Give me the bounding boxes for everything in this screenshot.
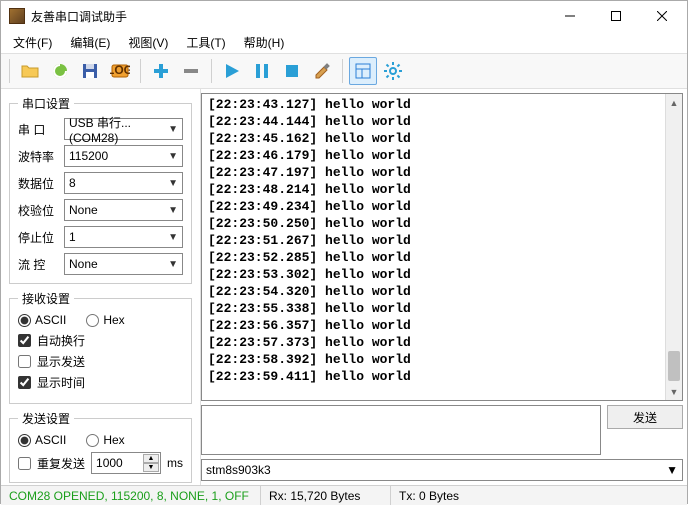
databits-label: 数据位 bbox=[18, 175, 58, 192]
interval-unit: ms bbox=[167, 456, 183, 470]
send-ascii-radio[interactable]: ASCII bbox=[18, 433, 66, 447]
save-button[interactable] bbox=[76, 57, 104, 85]
repeat-interval-input[interactable]: 1000▲▼ bbox=[91, 452, 161, 474]
status-tx: Tx: 0 Bytes bbox=[391, 486, 687, 505]
stopbits-select[interactable]: 1▼ bbox=[64, 226, 183, 248]
chevron-down-icon: ▼ bbox=[168, 259, 178, 270]
menu-tools[interactable]: 工具(T) bbox=[178, 32, 233, 53]
receive-output[interactable]: [22:23:43.127] hello world [22:23:44.144… bbox=[202, 94, 665, 400]
menu-view[interactable]: 视图(V) bbox=[120, 32, 176, 53]
send-settings-legend: 发送设置 bbox=[18, 410, 74, 427]
stopbits-label: 停止位 bbox=[18, 229, 58, 246]
send-hex-radio[interactable]: Hex bbox=[86, 433, 124, 447]
window-title: 友善串口调试助手 bbox=[31, 8, 547, 25]
maximize-button[interactable] bbox=[593, 1, 639, 31]
scroll-thumb[interactable] bbox=[668, 351, 680, 381]
close-button[interactable] bbox=[639, 1, 685, 31]
sidebar: 串口设置 串 口 USB 串行...(COM28)▼ 波特率 115200▼ 数据位… bbox=[1, 89, 201, 485]
output-scrollbar[interactable]: ▲ ▼ bbox=[665, 94, 682, 400]
showsend-checkbox[interactable]: 显示发送 bbox=[18, 353, 183, 370]
recv-settings-legend: 接收设置 bbox=[18, 290, 74, 307]
layout-button[interactable] bbox=[349, 57, 377, 85]
chevron-down-icon: ▼ bbox=[168, 151, 178, 162]
status-connection: COM28 OPENED, 115200, 8, NONE, 1, OFF bbox=[1, 486, 261, 505]
play-button[interactable] bbox=[218, 57, 246, 85]
chevron-down-icon: ▼ bbox=[168, 205, 178, 216]
baud-label: 波特率 bbox=[18, 148, 58, 165]
serial-settings-legend: 串口设置 bbox=[18, 95, 74, 112]
clear-button[interactable] bbox=[308, 57, 336, 85]
minimize-button[interactable] bbox=[547, 1, 593, 31]
spin-up-icon[interactable]: ▲ bbox=[143, 454, 159, 463]
refresh-button[interactable] bbox=[46, 57, 74, 85]
serial-settings-group: 串口设置 串 口 USB 串行...(COM28)▼ 波特率 115200▼ 数据位… bbox=[9, 95, 192, 284]
scroll-down-icon[interactable]: ▼ bbox=[666, 383, 682, 400]
port-select[interactable]: USB 串行...(COM28)▼ bbox=[64, 118, 183, 140]
port-label: 串 口 bbox=[18, 121, 58, 138]
toolbar: LOG bbox=[1, 53, 687, 89]
stop-button[interactable] bbox=[278, 57, 306, 85]
remove-button[interactable] bbox=[177, 57, 205, 85]
menu-edit[interactable]: 编辑(E) bbox=[62, 32, 118, 53]
scroll-up-icon[interactable]: ▲ bbox=[666, 94, 682, 111]
parity-label: 校验位 bbox=[18, 202, 58, 219]
flow-label: 流 控 bbox=[18, 256, 58, 273]
showtime-checkbox[interactable]: 显示时间 bbox=[18, 374, 183, 391]
menu-bar: 文件(F) 编辑(E) 视图(V) 工具(T) 帮助(H) bbox=[1, 31, 687, 53]
target-select[interactable]: stm8s903k3▼ bbox=[201, 459, 683, 481]
add-button[interactable] bbox=[147, 57, 175, 85]
databits-select[interactable]: 8▼ bbox=[64, 172, 183, 194]
flow-select[interactable]: None▼ bbox=[64, 253, 183, 275]
status-bar: COM28 OPENED, 115200, 8, NONE, 1, OFF Rx… bbox=[1, 485, 687, 505]
status-rx: Rx: 15,720 Bytes bbox=[261, 486, 391, 505]
send-input[interactable] bbox=[201, 405, 601, 455]
main-area: [22:23:43.127] hello world [22:23:44.144… bbox=[201, 89, 687, 485]
pause-button[interactable] bbox=[248, 57, 276, 85]
title-bar: 友善串口调试助手 bbox=[1, 1, 687, 31]
menu-help[interactable]: 帮助(H) bbox=[236, 32, 293, 53]
chevron-down-icon: ▼ bbox=[168, 124, 178, 135]
autowrap-checkbox[interactable]: 自动换行 bbox=[18, 332, 183, 349]
baud-select[interactable]: 115200▼ bbox=[64, 145, 183, 167]
chevron-down-icon: ▼ bbox=[168, 232, 178, 243]
recv-hex-radio[interactable]: Hex bbox=[86, 313, 124, 327]
chevron-down-icon: ▼ bbox=[666, 463, 678, 477]
open-folder-button[interactable] bbox=[16, 57, 44, 85]
repeat-send-checkbox[interactable]: 重复发送 bbox=[18, 455, 85, 472]
log-button[interactable]: LOG bbox=[106, 57, 134, 85]
app-icon bbox=[9, 8, 25, 24]
send-button[interactable]: 发送 bbox=[607, 405, 683, 429]
svg-text:LOG: LOG bbox=[110, 63, 130, 77]
settings-button[interactable] bbox=[379, 57, 407, 85]
menu-file[interactable]: 文件(F) bbox=[5, 32, 60, 53]
recv-settings-group: 接收设置 ASCII Hex 自动换行 显示发送 显示时间 bbox=[9, 290, 192, 404]
spin-down-icon[interactable]: ▼ bbox=[143, 463, 159, 472]
send-settings-group: 发送设置 ASCII Hex 重复发送 1000▲▼ ms bbox=[9, 410, 192, 483]
parity-select[interactable]: None▼ bbox=[64, 199, 183, 221]
chevron-down-icon: ▼ bbox=[168, 178, 178, 189]
recv-ascii-radio[interactable]: ASCII bbox=[18, 313, 66, 327]
